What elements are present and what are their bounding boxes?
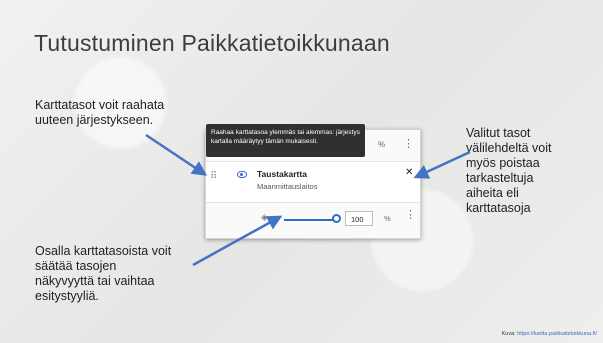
opacity-slider-track[interactable] <box>284 219 336 221</box>
layer-opacity-row: ◈ 100 % ⋮ <box>206 202 420 238</box>
layer-row-taustakartta[interactable]: ⠿ Taustakartta Maanmittauslaitos ✕ <box>206 161 420 203</box>
layer-name: Taustakartta <box>257 169 307 179</box>
percent-label: % <box>384 214 391 223</box>
note-remove-layers: Valitut tasot välilehdeltä voit myös poi… <box>466 126 552 215</box>
layers-icon[interactable]: ◈ <box>261 212 268 223</box>
layer-source: Maanmittauslaitos <box>257 182 318 191</box>
kebab-menu-icon[interactable]: ⋮ <box>403 139 414 150</box>
drag-tooltip: Raahaa karttatasoa ylemmäs tai alemmas: … <box>206 124 365 157</box>
opacity-slider-thumb[interactable] <box>332 214 341 223</box>
eye-icon[interactable] <box>237 171 247 178</box>
kebab-menu-icon[interactable]: ⋮ <box>405 210 416 221</box>
credit-link[interactable]: https://kartta.paikkatietoikkuna.fi/ <box>517 331 597 337</box>
image-credit: Kuva: https://kartta.paikkatietoikkuna.f… <box>502 331 597 337</box>
percent-label-top: % <box>378 140 386 149</box>
slide-title: Tutustuminen Paikkatietoikkunaan <box>34 30 390 56</box>
note-drag-layers: Karttatasot voit raahata uuteen järjesty… <box>35 98 165 127</box>
note-opacity-style: Osalla karttatasoista voit säätää tasoje… <box>35 244 172 303</box>
drag-handle-icon[interactable]: ⠿ <box>210 172 218 188</box>
opacity-input[interactable]: 100 <box>345 211 373 226</box>
close-icon[interactable]: ✕ <box>405 167 413 178</box>
selected-layers-panel: % ⋮ ⠿ Taustakartta Maanmittauslaitos ✕ ◈… <box>205 124 421 239</box>
credit-label: Kuva: <box>501 331 516 337</box>
